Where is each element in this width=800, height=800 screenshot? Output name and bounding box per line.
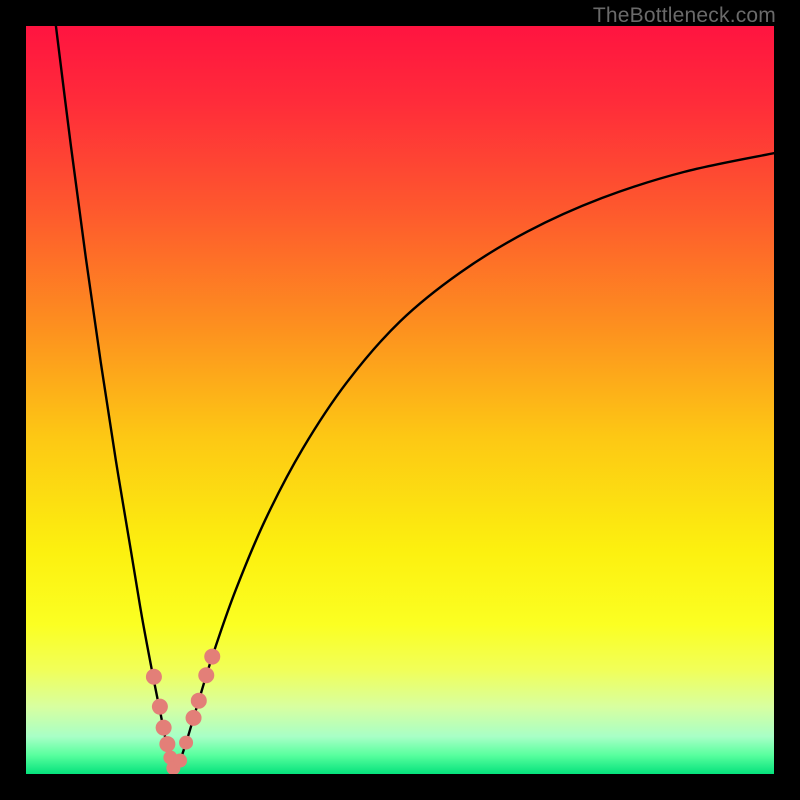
marker-dot <box>173 754 187 768</box>
marker-dot <box>198 667 214 683</box>
watermark-text: TheBottleneck.com <box>593 4 776 28</box>
marker-dot <box>191 693 207 709</box>
curve-right-branch <box>175 153 774 774</box>
marker-dot <box>186 710 202 726</box>
plot-area <box>26 26 774 774</box>
chart-frame: TheBottleneck.com <box>0 0 800 800</box>
marker-dot <box>204 649 220 665</box>
marker-dot <box>146 669 162 685</box>
curve-layer <box>26 26 774 774</box>
marker-dot <box>159 736 175 752</box>
marker-dot <box>179 736 193 750</box>
curve-left-branch <box>56 26 175 774</box>
marker-dot <box>156 720 172 736</box>
marker-dot <box>152 699 168 715</box>
